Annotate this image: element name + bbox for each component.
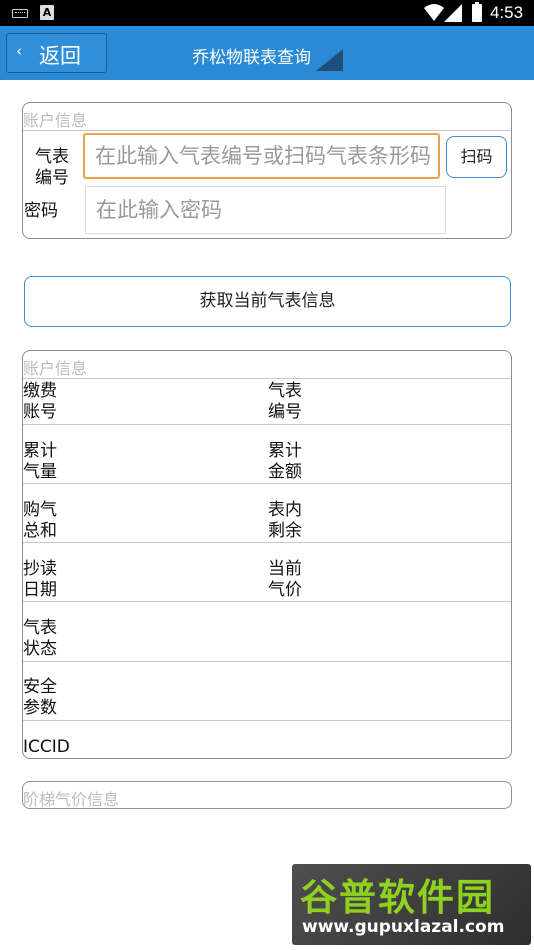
remaining-label: 表内 剩余 (268, 500, 302, 541)
tier-price-section-title: 阶梯气价信息 (23, 790, 120, 809)
row-divider (23, 542, 511, 543)
gas-price-label: 当前 气价 (268, 559, 302, 600)
title-bar: ‹ 返回 乔松物联表查询 (0, 26, 534, 80)
clock: 4:53 (490, 3, 524, 22)
site-watermark: 谷普软件园 www.gupuxlazal.com (292, 864, 531, 945)
total-gas-label: 累计 气量 (23, 441, 57, 482)
tier-price-panel: 阶梯气价信息 (22, 781, 512, 809)
iccid-label: ICCID (23, 737, 70, 757)
scan-button[interactable]: 扫码 (446, 136, 507, 178)
row-divider (23, 720, 511, 721)
chevron-left-icon: ‹ (16, 42, 22, 60)
notification-a-icon: A (40, 5, 54, 20)
watermark-name: 谷普软件园 (300, 876, 495, 919)
signal-icon (444, 4, 462, 22)
fetch-meter-info-button[interactable]: 获取当前气表信息 (24, 276, 511, 327)
payment-account-label: 缴费 账号 (23, 381, 57, 422)
page-title: 乔松物联表查询 (192, 48, 311, 68)
status-bar: A 4:53 (0, 0, 534, 26)
password-label: 密码 (24, 201, 58, 221)
row-divider (23, 661, 511, 662)
account-info-panel: 账户信息 缴费 账号 气表 编号 累计 气量 累计 金额 购气 总和 表内 剩余… (22, 350, 512, 759)
meter-status-label: 气表 状态 (23, 618, 57, 659)
purchase-total-label: 购气 总和 (23, 500, 57, 541)
read-date-label: 抄读 日期 (23, 559, 57, 600)
back-button[interactable]: ‹ 返回 (6, 33, 107, 73)
row-divider (23, 483, 511, 484)
back-button-label: 返回 (39, 44, 81, 68)
meter-number-label: 气表 编号 (268, 381, 302, 422)
divider (23, 378, 511, 379)
meter-number-input[interactable]: 在此输入气表编号或扫码气表条形码 (83, 133, 440, 179)
corner-triangle-icon (316, 49, 343, 71)
query-section-title: 账户信息 (23, 111, 88, 130)
keyboard-icon (12, 9, 28, 18)
query-panel: 账户信息 气表 编号 在此输入气表编号或扫码气表条形码 扫码 密码 在此输入密码 (22, 102, 512, 239)
wifi-icon (424, 4, 444, 21)
account-section-title: 账户信息 (23, 359, 88, 378)
safety-params-label: 安全 参数 (23, 677, 57, 718)
divider (23, 130, 511, 131)
battery-icon (472, 2, 482, 22)
total-amount-label: 累计 金额 (268, 441, 302, 482)
row-divider (23, 424, 511, 425)
watermark-url: www.gupuxlazal.com (302, 917, 505, 937)
password-input[interactable]: 在此输入密码 (85, 186, 446, 234)
row-divider (23, 601, 511, 602)
meter-label: 气表 编号 (35, 147, 69, 188)
